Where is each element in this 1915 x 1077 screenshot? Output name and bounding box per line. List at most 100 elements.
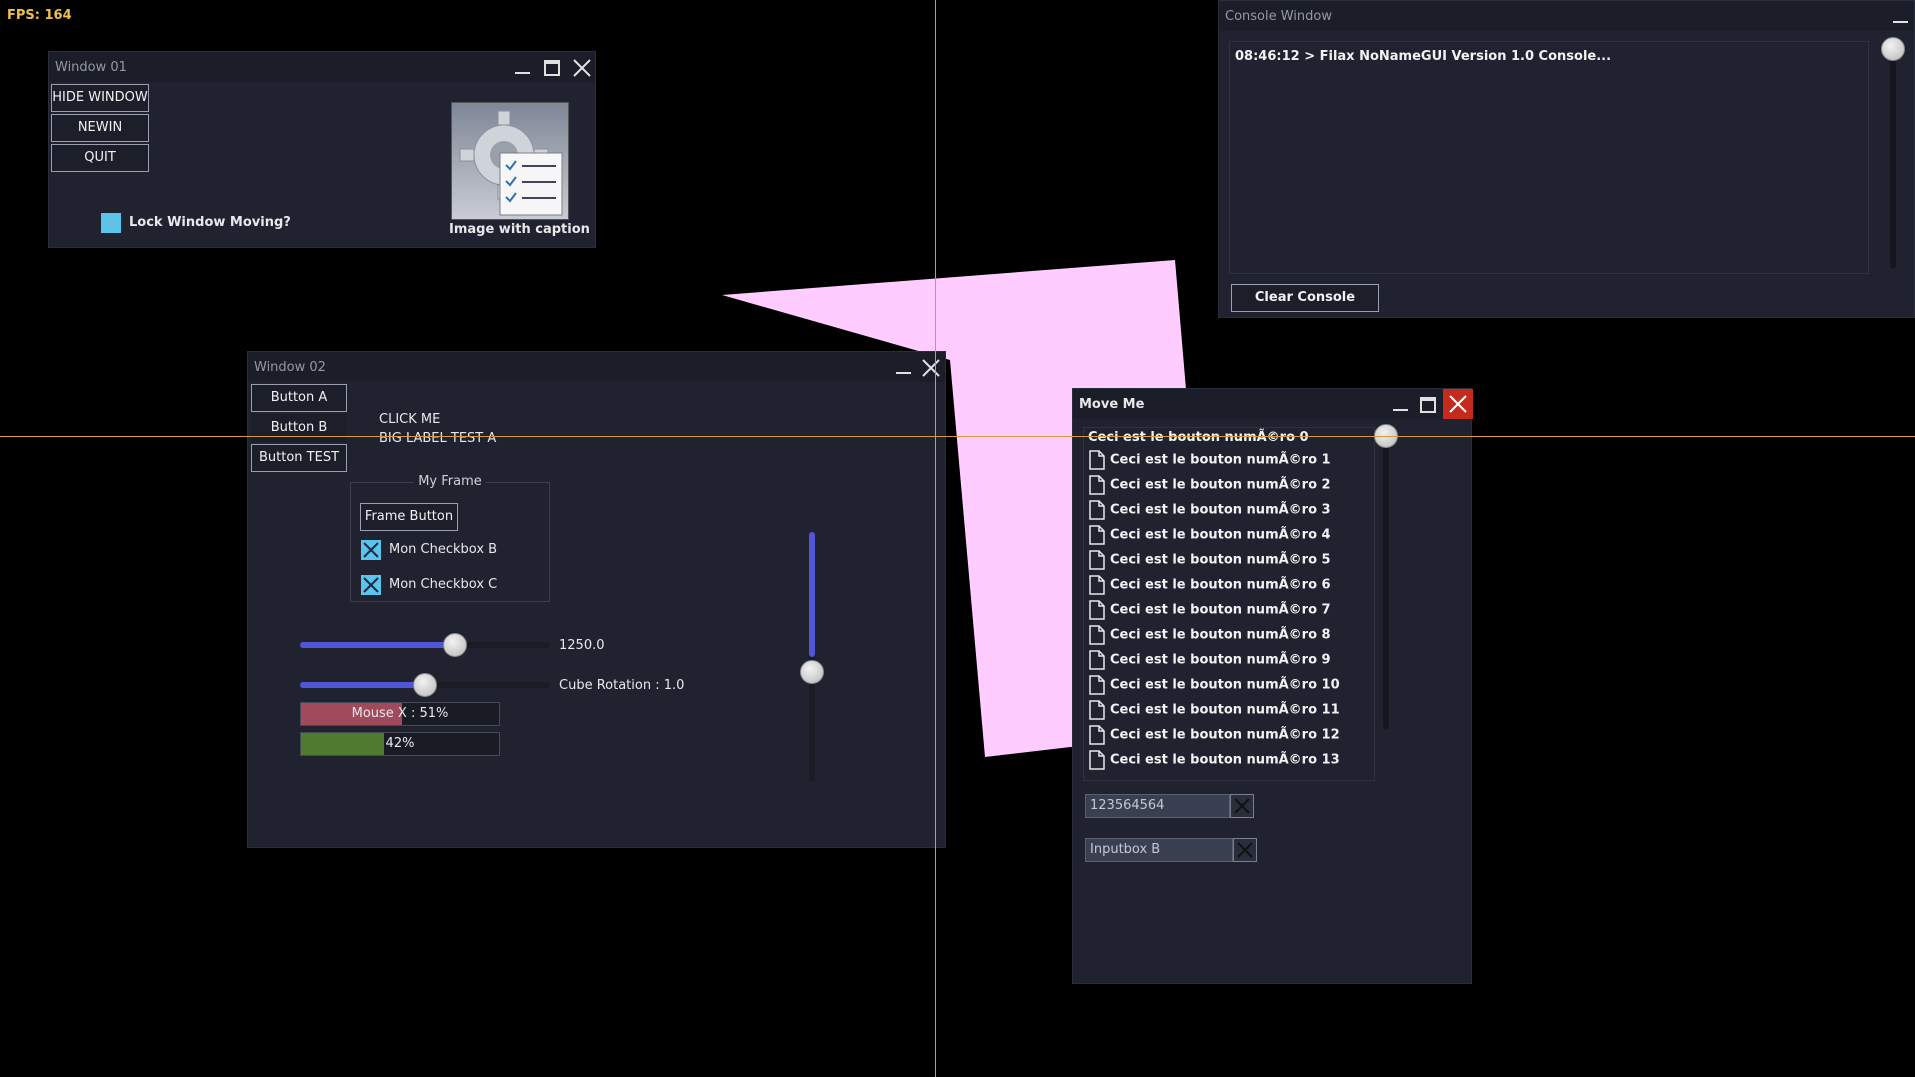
window-02-title: Window 02 — [254, 360, 326, 375]
list-item[interactable]: Ceci est le bouton numÃ©ro 12 — [1088, 725, 1340, 750]
list-item-label: Ceci est le bouton numÃ©ro 3 — [1110, 502, 1331, 518]
window-01-titlebar[interactable]: Window 01 — [49, 52, 595, 82]
checkbox-c[interactable] — [361, 575, 381, 595]
document-icon — [1088, 500, 1106, 520]
percent-progress: 42% — [300, 732, 500, 756]
value-slider[interactable] — [300, 642, 550, 648]
list-item-label: Ceci est le bouton numÃ©ro 8 — [1110, 627, 1331, 643]
fps-counter: FPS: 164 — [7, 8, 72, 23]
list-item[interactable]: Ceci est le bouton numÃ©ro 7 — [1088, 600, 1331, 625]
crosshair-horizontal — [0, 436, 1915, 437]
list-item-label: Ceci est le bouton numÃ©ro 0 — [1088, 430, 1309, 445]
console-line: 08:46:12 > Filax NoNameGUI Version 1.0 C… — [1235, 49, 1612, 64]
list-item-label: Ceci est le bouton numÃ©ro 5 — [1110, 552, 1331, 568]
percent-progress-text: 42% — [385, 736, 415, 751]
vertical-slider-fill — [809, 532, 815, 657]
console-window[interactable]: Console Window 08:46:12 > Filax NoNameGU… — [1218, 0, 1915, 318]
console-title: Console Window — [1225, 9, 1332, 24]
close-icon[interactable] — [920, 357, 942, 379]
close-icon[interactable] — [1443, 389, 1473, 419]
mouse-x-progress: Mouse X : 51% — [300, 702, 500, 726]
list-item[interactable]: Ceci est le bouton numÃ©ro 13 — [1088, 750, 1340, 775]
list-item[interactable]: Ceci est le bouton numÃ©ro 10 — [1088, 675, 1340, 700]
document-icon — [1088, 475, 1106, 495]
button-a[interactable]: Button A — [251, 384, 347, 412]
close-icon[interactable] — [571, 57, 593, 79]
move-me-window[interactable]: Move Me Ceci est le bouton numÃ©ro 0 Ceci… — [1072, 388, 1473, 984]
my-frame: My Frame Frame Button Mon Checkbox B Mon… — [350, 474, 550, 602]
document-icon — [1088, 675, 1106, 695]
clear-input-a-icon[interactable] — [1230, 794, 1254, 818]
list-item[interactable]: Ceci est le bouton numÃ©ro 11 — [1088, 700, 1340, 725]
minimize-icon[interactable] — [892, 357, 914, 379]
mouse-x-progress-text: Mouse X : 51% — [351, 706, 449, 721]
big-label-test: BIG LABEL TEST A — [379, 431, 497, 446]
list-item[interactable]: Ceci est le bouton numÃ©ro 9 — [1088, 650, 1331, 675]
cube-rotation-slider-knob[interactable] — [413, 673, 437, 697]
clear-console-button[interactable]: Clear Console — [1231, 284, 1379, 312]
window-01[interactable]: Window 01 HIDE WINDOW NEWIN QUIT Lock Wi… — [48, 51, 596, 248]
document-icon — [1088, 450, 1106, 470]
console-scroll-knob[interactable] — [1881, 37, 1905, 61]
value-slider-readout: 1250.0 — [559, 638, 605, 653]
list-item-label: Ceci est le bouton numÃ©ro 11 — [1110, 702, 1340, 718]
document-icon — [1088, 750, 1106, 770]
list-item-label: Ceci est le bouton numÃ©ro 4 — [1110, 527, 1331, 543]
list-item[interactable]: Ceci est le bouton numÃ©ro 6 — [1088, 575, 1331, 600]
click-me-label[interactable]: CLICK ME — [379, 412, 440, 427]
checkbox-b[interactable] — [361, 540, 381, 560]
move-me-titlebar[interactable]: Move Me — [1073, 389, 1473, 419]
vertical-slider-knob[interactable] — [800, 660, 824, 684]
clear-input-b-icon[interactable] — [1233, 838, 1257, 862]
minimize-icon[interactable] — [511, 57, 533, 79]
lock-window-checkbox[interactable] — [101, 213, 121, 233]
console-scrollbar[interactable] — [1890, 43, 1896, 269]
cube-rotation-slider-fill — [300, 682, 425, 688]
cube-rotation-label: Cube Rotation : 1.0 — [559, 678, 685, 693]
frame-title: My Frame — [414, 474, 486, 489]
console-titlebar[interactable]: Console Window — [1219, 1, 1914, 31]
list-item[interactable]: Ceci est le bouton numÃ©ro 3 — [1088, 500, 1331, 525]
list-item-label: Ceci est le bouton numÃ©ro 1 — [1110, 452, 1331, 468]
document-icon — [1088, 650, 1106, 670]
frame-button[interactable]: Frame Button — [360, 503, 458, 531]
hide-window-button[interactable]: HIDE WINDOW — [51, 84, 149, 112]
input-box-a[interactable]: 123564564 — [1085, 794, 1230, 818]
input-box-b[interactable]: Inputbox B — [1085, 838, 1233, 862]
window-02[interactable]: Window 02 Button A Button B Button TEST … — [247, 351, 946, 848]
image-caption: Image with caption — [449, 222, 590, 237]
list-item-label: Ceci est le bouton numÃ©ro 2 — [1110, 477, 1331, 493]
vertical-slider[interactable] — [809, 532, 815, 782]
settings-checklist-image — [451, 102, 569, 220]
checkbox-b-label: Mon Checkbox B — [389, 542, 498, 557]
console-output: 08:46:12 > Filax NoNameGUI Version 1.0 C… — [1229, 41, 1869, 274]
maximize-icon[interactable] — [1417, 394, 1439, 416]
list-item-label: Ceci est le bouton numÃ©ro 13 — [1110, 752, 1340, 768]
crosshair-vertical — [935, 0, 936, 1077]
minimize-icon[interactable] — [1889, 8, 1911, 30]
list-item[interactable]: Ceci est le bouton numÃ©ro 8 — [1088, 625, 1331, 650]
value-slider-knob[interactable] — [443, 633, 467, 657]
list-item[interactable]: Ceci est le bouton numÃ©ro 5 — [1088, 550, 1331, 575]
document-icon — [1088, 525, 1106, 545]
list-item[interactable]: Ceci est le bouton numÃ©ro 1 — [1088, 450, 1331, 475]
list-item-label: Ceci est le bouton numÃ©ro 10 — [1110, 677, 1340, 693]
button-b[interactable]: Button B — [251, 414, 347, 442]
button-list: Ceci est le bouton numÃ©ro 0 Ceci est le … — [1083, 427, 1375, 781]
checkbox-c-label: Mon Checkbox C — [389, 577, 498, 592]
window-02-titlebar[interactable]: Window 02 — [248, 352, 945, 382]
lock-window-label: Lock Window Moving? — [129, 215, 291, 230]
minimize-icon[interactable] — [1389, 394, 1411, 416]
button-test[interactable]: Button TEST — [251, 444, 347, 472]
list-item[interactable]: Ceci est le bouton numÃ©ro 4 — [1088, 525, 1331, 550]
list-scrollbar[interactable] — [1383, 429, 1389, 729]
document-icon — [1088, 700, 1106, 720]
document-icon — [1088, 625, 1106, 645]
maximize-icon[interactable] — [541, 57, 563, 79]
list-item-label: Ceci est le bouton numÃ©ro 12 — [1110, 727, 1340, 743]
list-item[interactable]: Ceci est le bouton numÃ©ro 2 — [1088, 475, 1331, 500]
newin-button[interactable]: NEWIN — [51, 114, 149, 142]
list-item-label: Ceci est le bouton numÃ©ro 9 — [1110, 652, 1331, 668]
window-01-title: Window 01 — [55, 60, 127, 75]
quit-button[interactable]: QUIT — [51, 144, 149, 172]
